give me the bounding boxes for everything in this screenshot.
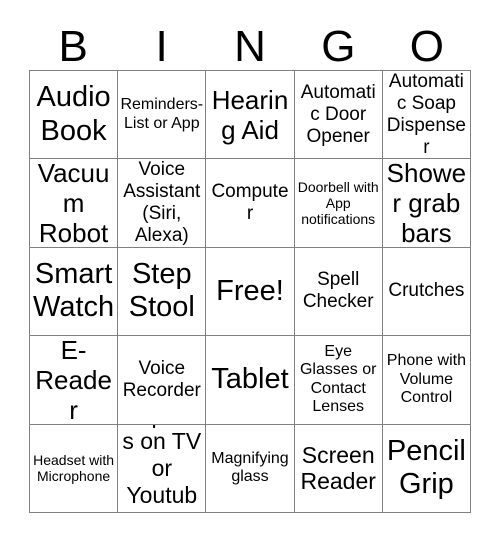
bingo-cell-r1c3[interactable]: Hearing Aid (206, 71, 295, 160)
bingo-cell-label: Pencil Grip (386, 434, 466, 501)
bingo-cell-label: Free! (216, 274, 284, 307)
bingo-cell-r3c5[interactable]: Crutches (382, 247, 471, 337)
bingo-cell-r2c2[interactable]: Voice Assistant (Siri, Alexa) (118, 159, 207, 248)
bingo-cell-label: Eye Glasses or Contact Lenses (299, 342, 377, 416)
bingo-cell-free-space[interactable]: Free! (206, 247, 295, 337)
bingo-cell-label: Spell Checker (302, 269, 374, 313)
bingo-cell-r5c1[interactable]: Headset with Microphone (30, 424, 119, 513)
bingo-cell-r2c1[interactable]: Vacuum Robot (30, 159, 119, 248)
bingo-cell-r5c3[interactable]: Magnifying glass (206, 424, 295, 513)
bingo-cell-label: Tablet (211, 363, 289, 396)
bingo-cell-label: Reminders-List or App (120, 96, 204, 132)
bingo-cell-r4c1[interactable]: E-Reader (30, 336, 119, 425)
bingo-cell-r4c3[interactable]: Tablet (206, 336, 295, 425)
bingo-cell-r4c5[interactable]: Phone with Volume Control (382, 336, 471, 425)
bingo-cell-label: Screen Reader (300, 441, 376, 495)
bingo-header-letter-i: I (155, 22, 168, 71)
bingo-header: B I N G O (29, 14, 471, 70)
bingo-cell-label: Doorbell with App notifications (297, 178, 379, 228)
bingo-cell-r4c2[interactable]: Voice Recorder (118, 336, 207, 425)
bingo-cell-label: Automatic Door Opener (300, 81, 376, 147)
bingo-cell-r3c2[interactable]: Step Stool (118, 247, 207, 337)
bingo-header-letter-n: N (234, 22, 266, 71)
bingo-cell-label: Captions on TV or Youtube (122, 425, 202, 512)
bingo-cell-label: Step Stool (128, 257, 195, 324)
bingo-header-letter-g: G (321, 22, 356, 71)
bingo-cell-r3c4[interactable]: Spell Checker (294, 247, 383, 337)
bingo-cell-label: Vacuum Robot (37, 159, 110, 248)
bingo-cell-r5c5[interactable]: Pencil Grip (382, 424, 471, 513)
bingo-cell-r5c2[interactable]: Captions on TV or Youtube (118, 424, 207, 513)
bingo-cell-label: E-Reader (35, 336, 112, 425)
bingo-cell-r4c4[interactable]: Eye Glasses or Contact Lenses (294, 336, 383, 425)
bingo-cell-r2c5[interactable]: Shower grab bars (382, 159, 471, 248)
bingo-header-letter-o: O (409, 22, 444, 71)
bingo-cell-label: Smart Watch (33, 257, 115, 324)
bingo-cell-label: Hearing Aid (211, 84, 289, 145)
bingo-cell-label: Computer (211, 181, 289, 225)
bingo-card: B I N G O Audio Book Reminders-List or A… (0, 0, 500, 544)
bingo-cell-label: Voice Assistant (Siri, Alexa) (123, 159, 201, 247)
bingo-cell-r2c4[interactable]: Doorbell with App notifications (294, 159, 383, 248)
bingo-cell-label: Phone with Volume Control (386, 352, 466, 407)
bingo-cell-r1c2[interactable]: Reminders-List or App (118, 71, 207, 160)
bingo-cell-r3c1[interactable]: Smart Watch (30, 247, 119, 337)
bingo-cell-label: Magnifying glass (211, 449, 289, 486)
bingo-cell-r1c4[interactable]: Automatic Door Opener (294, 71, 383, 160)
bingo-cell-label: Shower grab bars (386, 159, 467, 248)
bingo-cell-label: Automatic Soap Dispenser (386, 71, 466, 158)
bingo-cell-r1c5[interactable]: Automatic Soap Dispenser (382, 71, 471, 160)
bingo-grid: Audio Book Reminders-List or App Hearing… (29, 70, 471, 513)
bingo-cell-label: Audio Book (36, 81, 111, 147)
bingo-cell-r1c1[interactable]: Audio Book (30, 71, 119, 160)
bingo-header-letter-b: B (58, 22, 88, 71)
bingo-cell-label: Headset with Microphone (33, 452, 115, 485)
bingo-cell-r2c3[interactable]: Computer (206, 159, 295, 248)
bingo-cell-label: Crutches (388, 280, 465, 302)
bingo-cell-r5c4[interactable]: Screen Reader (294, 424, 383, 513)
bingo-cell-label: Voice Recorder (122, 357, 201, 401)
